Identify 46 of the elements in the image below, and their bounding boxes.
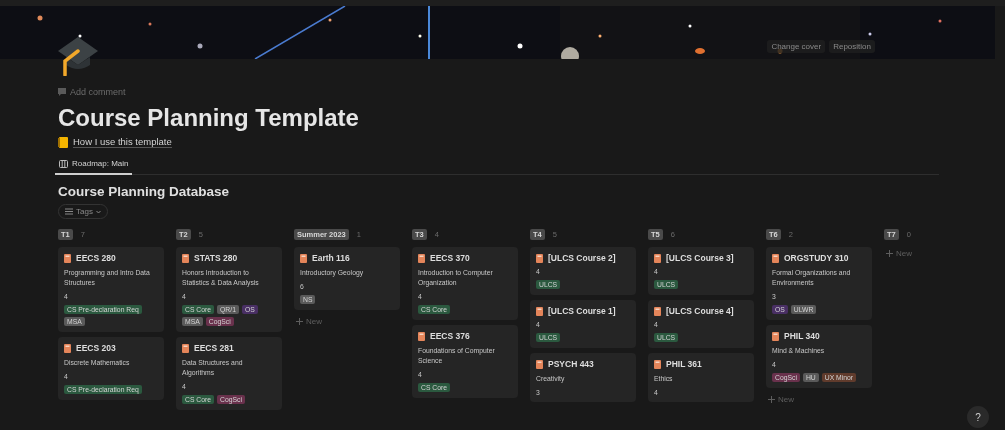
list-icon (65, 208, 73, 215)
course-code: PHIL 361 (666, 359, 702, 369)
book-icon (772, 253, 779, 263)
book-icon (654, 359, 661, 369)
plus-icon (886, 250, 893, 257)
course-code: [ULCS Course 3] (666, 253, 734, 263)
book-icon (418, 331, 425, 341)
book-icon (64, 253, 71, 263)
course-code: [ULCS Course 4] (666, 306, 734, 316)
course-code: EECS 280 (76, 253, 116, 263)
course-code: PSYCH 443 (548, 359, 594, 369)
plus-icon (296, 318, 303, 325)
course-code: EECS 370 (430, 253, 470, 263)
course-code: EECS 203 (76, 343, 116, 353)
book-icon (300, 253, 307, 263)
view-tab[interactable]: Roadmap: Main (55, 154, 133, 175)
page-link[interactable]: How I use this template (73, 136, 172, 148)
notebook-icon (58, 136, 68, 148)
book-icon (536, 306, 543, 316)
chevron-icon (95, 209, 101, 214)
course-code: EECS 376 (430, 331, 470, 341)
comment-icon (58, 88, 66, 96)
graduation-cap-icon (58, 37, 98, 76)
book-icon (182, 343, 189, 353)
page-title: Course Planning Template (58, 103, 360, 133)
book-icon (182, 253, 189, 263)
course-code: PHIL 340 (784, 331, 820, 341)
book-icon (654, 253, 661, 263)
course-code: [ULCS Course 2] (548, 253, 616, 263)
book-icon (772, 331, 779, 341)
book-icon (64, 343, 71, 353)
help-button[interactable]: ? (967, 406, 989, 428)
book-icon (536, 359, 543, 369)
course-code: ORGSTUDY 310 (784, 253, 849, 263)
course-code: STATS 280 (194, 253, 238, 263)
course-code: Earth 116 (312, 253, 350, 263)
book-icon (536, 253, 543, 263)
course-code: EECS 281 (194, 343, 234, 353)
cover-action[interactable]: Reposition (829, 40, 875, 53)
plus-icon (768, 396, 775, 403)
book-icon (654, 306, 661, 316)
book-icon (418, 253, 425, 263)
board-icon (59, 159, 68, 168)
course-code: [ULCS Course 1] (548, 306, 616, 316)
database-title: Course Planning Database (58, 184, 231, 199)
cover-action[interactable]: Change cover (767, 40, 826, 53)
